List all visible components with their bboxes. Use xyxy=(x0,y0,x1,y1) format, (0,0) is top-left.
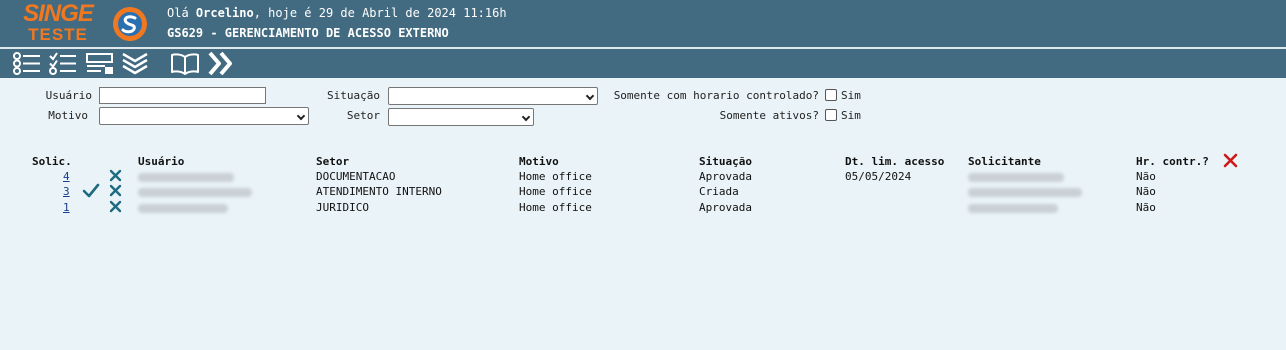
hr-contr-cell: Não xyxy=(1136,201,1156,214)
ativos-option-label: Sim xyxy=(841,109,861,122)
reject-icon[interactable] xyxy=(109,200,122,213)
motivo-label: Motivo xyxy=(48,109,88,122)
motivo-cell: Home office xyxy=(519,185,592,198)
col-header-dt-lim: Dt. lim. acesso xyxy=(845,155,945,168)
situacao-label: Situação xyxy=(327,89,380,102)
ativos-label: Somente ativos? xyxy=(719,109,819,122)
brand-circle-icon xyxy=(113,7,147,41)
checklist-icon[interactable] xyxy=(48,51,78,76)
solicitante-cell-redacted xyxy=(968,172,1064,185)
situacao-cell: Criada xyxy=(699,185,739,198)
app-header: SINGE TESTE Olá Orcelino, hoje é 29 de A… xyxy=(0,0,1286,47)
col-header-motivo: Motivo xyxy=(519,155,559,168)
setor-cell: JURIDICO xyxy=(316,201,369,214)
collapse-icon[interactable] xyxy=(120,51,150,76)
motivo-select[interactable] xyxy=(99,107,309,125)
usuario-cell-redacted xyxy=(138,203,228,216)
dt-lim-cell: 05/05/2024 xyxy=(845,170,912,183)
list-icon[interactable] xyxy=(12,51,42,76)
col-header-situacao: Situação xyxy=(699,155,752,168)
usuario-cell-redacted xyxy=(138,187,252,200)
chevron-down-icon xyxy=(585,91,595,101)
col-header-solicitante: Solicitante xyxy=(968,155,1041,168)
solic-link[interactable]: 3 xyxy=(63,185,70,198)
col-header-setor: Setor xyxy=(316,155,350,168)
solicitante-cell-redacted xyxy=(968,187,1082,200)
forward-icon[interactable] xyxy=(207,51,235,76)
col-header-solic: Solic. xyxy=(32,155,72,168)
horario-label: Somente com horario controlado? xyxy=(613,89,819,102)
horario-option-label: Sim xyxy=(841,89,861,102)
approve-icon[interactable] xyxy=(82,183,100,198)
usuario-label: Usuário xyxy=(45,89,92,102)
solic-link[interactable]: 4 xyxy=(63,170,70,183)
usuario-cell-redacted xyxy=(138,172,234,185)
situacao-select[interactable] xyxy=(388,87,598,105)
solicitante-cell-redacted xyxy=(968,203,1058,216)
hr-contr-cell: Não xyxy=(1136,170,1156,183)
delete-icon[interactable] xyxy=(1223,153,1238,168)
motivo-cell: Home office xyxy=(519,170,592,183)
book-icon[interactable] xyxy=(170,51,200,76)
situacao-cell: Aprovada xyxy=(699,201,752,214)
setor-label: Setor xyxy=(346,109,380,122)
hr-contr-cell: Não xyxy=(1136,185,1156,198)
user-name: Orcelino xyxy=(195,6,254,20)
solic-link[interactable]: 1 xyxy=(63,201,70,214)
motivo-cell: Home office xyxy=(519,201,592,214)
reject-icon[interactable] xyxy=(109,184,122,197)
col-header-hr-contr: Hr. contr.? xyxy=(1136,155,1209,168)
app-logo: SINGE TESTE xyxy=(12,0,104,44)
toolbar xyxy=(0,49,1286,78)
greeting: Olá Orcelino, hoje é 29 de Abril de 2024… xyxy=(167,6,507,20)
col-header-usuario: Usuário xyxy=(138,155,185,168)
horario-checkbox[interactable] xyxy=(825,89,837,101)
reject-icon[interactable] xyxy=(109,169,122,182)
situacao-cell: Aprovada xyxy=(699,170,752,183)
setor-cell: ATENDIMENTO INTERNO xyxy=(316,185,442,198)
form-icon[interactable] xyxy=(85,51,115,76)
logo-line1: SINGE xyxy=(23,0,94,27)
setor-select[interactable] xyxy=(388,108,534,126)
page-title: GS629 - GERENCIAMENTO DE ACESSO EXTERNO xyxy=(167,26,449,40)
chevron-down-icon xyxy=(296,111,306,121)
setor-cell: DOCUMENTACAO xyxy=(316,170,396,183)
logo-line2: TESTE xyxy=(28,25,88,44)
chevron-down-icon xyxy=(521,112,531,122)
usuario-input[interactable] xyxy=(99,87,266,104)
ativos-checkbox[interactable] xyxy=(825,109,837,121)
